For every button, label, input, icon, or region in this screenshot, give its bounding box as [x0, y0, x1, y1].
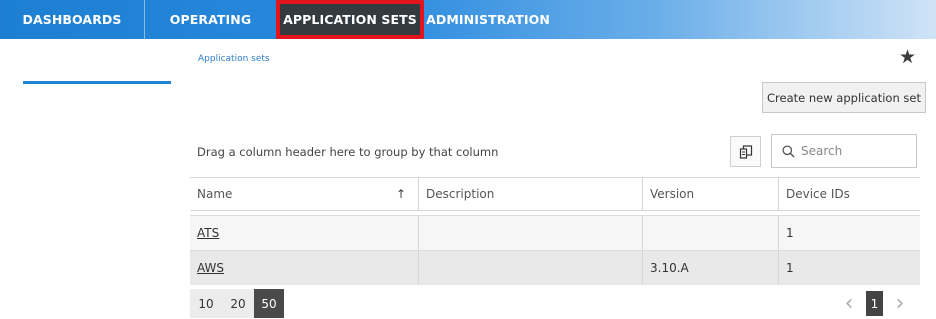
cell-description [419, 251, 643, 285]
chevron-left-icon[interactable]: ‹ [838, 291, 860, 316]
search-input[interactable] [801, 144, 901, 158]
page-size-selector: 10 20 50 [190, 289, 284, 318]
cell-version: 3.10.A [643, 251, 779, 285]
sidebar-active-indicator [23, 81, 171, 84]
create-application-set-button[interactable]: Create new application set [762, 82, 926, 113]
table-header: Name ↑ Description Version Device IDs [190, 177, 920, 211]
cell-device-ids: 1 [786, 226, 794, 240]
column-header-device-ids[interactable]: Device IDs [779, 178, 920, 210]
application-sets-table: Name ↑ Description Version Device IDs AT… [190, 177, 920, 285]
table-row[interactable]: AWS 3.10.A 1 [190, 250, 920, 285]
column-header-label: Name [197, 187, 233, 201]
table-row[interactable]: ATS 1 [190, 215, 920, 250]
application-set-link[interactable]: AWS [197, 261, 224, 275]
breadcrumb[interactable]: Application sets [198, 54, 270, 64]
star-icon[interactable]: ★ [899, 48, 916, 67]
page-size-20[interactable]: 20 [222, 289, 254, 318]
cell-device-ids: 1 [786, 261, 794, 275]
nav-dashboards[interactable]: DASHBOARDS [0, 0, 145, 39]
search-icon [782, 144, 795, 158]
application-set-link[interactable]: ATS [197, 226, 219, 240]
nav-operating[interactable]: OPERATING [145, 0, 276, 39]
search-field[interactable] [771, 134, 917, 168]
column-header-description[interactable]: Description [419, 178, 643, 210]
page-size-50[interactable]: 50 [254, 289, 284, 318]
column-header-version[interactable]: Version [643, 178, 779, 210]
cell-name: ATS [190, 216, 419, 250]
column-header-label: Device IDs [786, 187, 850, 201]
cell-name: AWS [190, 251, 419, 285]
column-header-label: Description [426, 187, 495, 201]
top-navigation: DASHBOARDS OPERATING APPLICATION SETS AD… [0, 0, 936, 39]
column-header-label: Version [650, 187, 695, 201]
page-number-button[interactable]: 1 [866, 291, 883, 316]
pagination: ‹ 1 › [838, 291, 911, 316]
cell-version [643, 216, 779, 250]
column-chooser-button[interactable] [730, 136, 761, 167]
nav-application-sets[interactable]: APPLICATION SETS [276, 0, 424, 39]
sort-ascending-icon[interactable]: ↑ [396, 187, 406, 201]
cell-description [419, 216, 643, 250]
nav-administration[interactable]: ADMINISTRATION [424, 0, 552, 39]
column-header-name[interactable]: Name ↑ [190, 178, 419, 210]
chevron-right-icon[interactable]: › [889, 291, 911, 316]
page-size-10[interactable]: 10 [190, 289, 222, 318]
column-chooser-icon [739, 144, 752, 159]
group-by-hint: Drag a column header here to group by th… [197, 145, 499, 159]
